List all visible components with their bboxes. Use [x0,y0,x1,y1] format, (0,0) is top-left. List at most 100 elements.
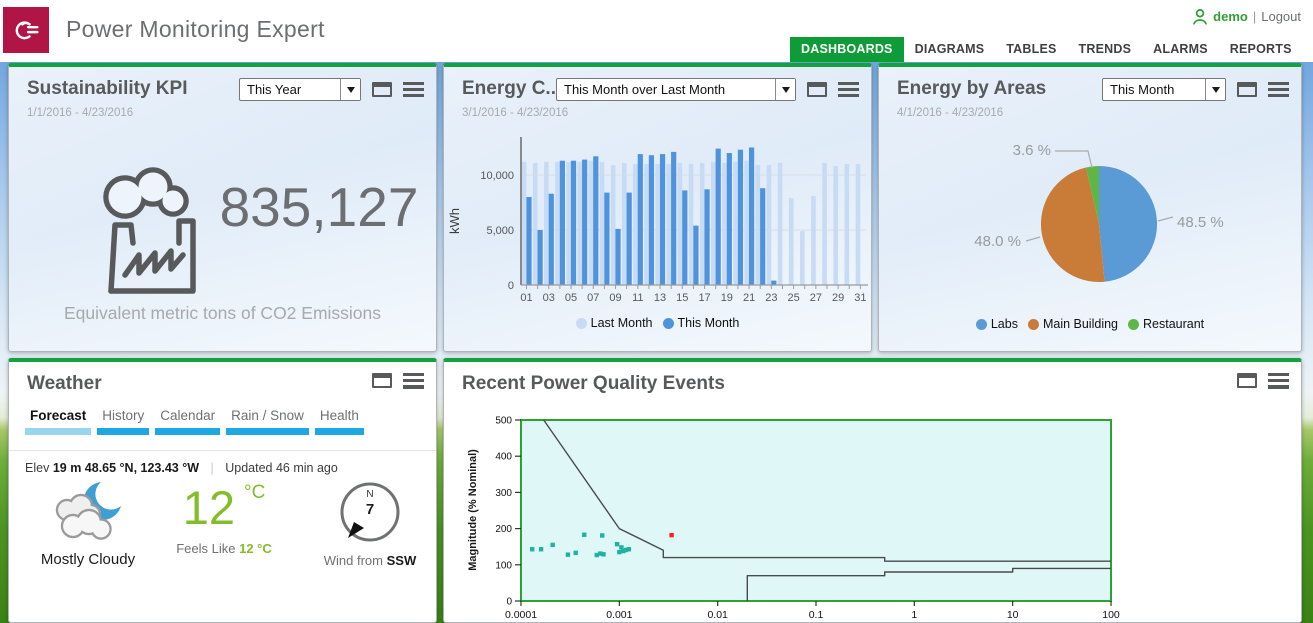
select-arrow-icon [1205,79,1225,100]
legend-item-main-building: Main Building [1028,317,1118,331]
svg-text:13: 13 [654,292,666,304]
weather-tab-label: Rain / Snow [226,408,309,428]
wind-compass-icon: N 7 [338,480,402,544]
weather-tab-underline [315,428,364,435]
svg-text:500: 500 [495,416,512,427]
weather-tab-history[interactable]: History [97,408,149,435]
wind-direction-value: SSW [387,553,417,568]
areas-chart-legend: LabsMain BuildingRestaurant [879,317,1301,331]
widget-header: Recent Power Quality Events [444,362,1301,402]
nav-alarms[interactable]: ALARMS [1142,37,1219,62]
svg-text:100: 100 [1102,609,1120,621]
svg-text:0: 0 [506,597,512,608]
elevation-value: 19 m [53,461,82,475]
dashboard-page: Power Monitoring Expert demo | Logout DA… [0,0,1313,623]
compass-north-label: N [366,489,373,500]
widget-title: Recent Power Quality Events [462,373,725,395]
user-name[interactable]: demo [1213,9,1248,24]
widget-weather: Weather Forecast History Calendar Rain / Sn… [8,358,437,623]
svg-text:03: 03 [543,292,555,304]
widget-sustainability-kpi: Sustainability KPI This Year 1/1/2016 - … [8,63,437,352]
svg-text:300: 300 [495,488,512,499]
nav-saved-reports[interactable]: SAVED REPORTS [1303,37,1313,62]
weather-tab-label: History [97,408,149,428]
user-area: demo | Logout [1192,8,1301,25]
legend-label: Last Month [591,316,653,330]
widget-title: Weather [27,373,102,395]
maximize-icon[interactable] [1237,82,1257,97]
energy-chart-legend: Last Month This Month [444,316,871,330]
legend-dot [663,318,674,329]
kpi-caption: Equivalent metric tons of CO2 Emissions [9,303,436,324]
feels-like-value: 12 °C [239,541,272,556]
weather-tab-underline [155,428,220,435]
widget-menu-icon[interactable] [403,373,424,389]
nav-reports[interactable]: REPORTS [1219,37,1303,62]
weather-tab-forecast[interactable]: Forecast [25,408,91,435]
weather-tab-label: Forecast [25,408,91,428]
legend-dot [1128,319,1139,330]
nav-tables[interactable]: TABLES [995,37,1067,62]
widget-header: Sustainability KPI This Year [9,67,436,107]
svg-text:07: 07 [587,292,599,304]
energy-period-select[interactable]: This Month over Last Month [556,78,796,101]
areas-period-select[interactable]: This Month [1102,78,1226,101]
logout-link[interactable]: Logout [1261,9,1301,24]
svg-text:100: 100 [495,560,512,571]
nav-diagrams[interactable]: DIAGRAMS [904,37,996,62]
widget-date-range: 1/1/2016 - 4/23/2016 [27,107,133,119]
widget-date-range: 4/1/2016 - 4/23/2016 [897,107,1003,119]
select-arrow-icon [775,79,795,100]
widget-header: Energy C... This Month over Last Month [444,67,871,107]
svg-text:05: 05 [565,292,577,304]
svg-text:19: 19 [721,292,733,304]
widget-menu-icon[interactable] [403,82,424,98]
series-this-month [526,148,776,286]
svg-text:0.01: 0.01 [707,609,728,621]
energy-period-value: This Month over Last Month [557,79,775,100]
page-title: Power Monitoring Expert [66,16,325,43]
maximize-icon[interactable] [1237,373,1257,388]
legend-label: This Month [678,316,740,330]
areas-period-value: This Month [1103,79,1205,100]
widget-menu-icon[interactable] [1268,82,1289,98]
weather-tab-underline [226,428,309,435]
maximize-icon[interactable] [372,82,392,97]
legend-dot [576,318,587,329]
weather-tab-health[interactable]: Health [315,408,364,435]
elev-label: Elev [25,461,49,475]
weather-tab-calendar[interactable]: Calendar [155,408,220,435]
kpi-period-select[interactable]: This Year [239,78,361,101]
wind-from-label: Wind from [324,553,383,568]
legend-dot [976,319,987,330]
svg-text:0: 0 [508,280,514,292]
maximize-icon[interactable] [372,373,392,388]
svg-text:17: 17 [698,292,710,304]
widget-menu-icon[interactable] [1268,373,1289,389]
widget-menu-icon[interactable] [838,82,859,98]
pq-points-alarm-event [669,533,673,537]
maximize-icon[interactable] [807,82,827,97]
svg-text:10,000: 10,000 [480,170,514,182]
svg-text:11: 11 [632,292,643,304]
legend-label: Restaurant [1143,317,1204,331]
widget-title: Sustainability KPI [27,78,187,100]
areas-pie-chart: 48.5 %48.0 %3.6 % [879,131,1302,318]
widget-title: Energy by Areas [897,78,1046,100]
widget-power-quality-events: Recent Power Quality Events 010020030040… [443,358,1302,623]
legend-label: Main Building [1043,317,1118,331]
kpi-period-value: This Year [240,79,340,100]
mostly-cloudy-icon [45,480,131,544]
pq-plot-area [521,420,1111,601]
nav-trends[interactable]: TRENDS [1068,37,1143,62]
temperature-value: 12 [183,484,235,531]
weather-location-info: Elev 19 m 48.65 °N, 123.43 °W | Updated … [9,450,436,475]
nav-dashboards[interactable]: DASHBOARDS [790,37,904,62]
weather-tab-label: Health [315,408,364,428]
pq-y-axis-label: Magnitude (% Nominal) [467,449,479,571]
svg-text:23: 23 [765,292,777,304]
widget-energy-consumption: Energy C... This Month over Last Month 3… [443,63,872,352]
wind-speed-value: 7 [366,501,374,518]
svg-text:400: 400 [495,452,512,463]
weather-tab-rain-snow[interactable]: Rain / Snow [226,408,309,435]
